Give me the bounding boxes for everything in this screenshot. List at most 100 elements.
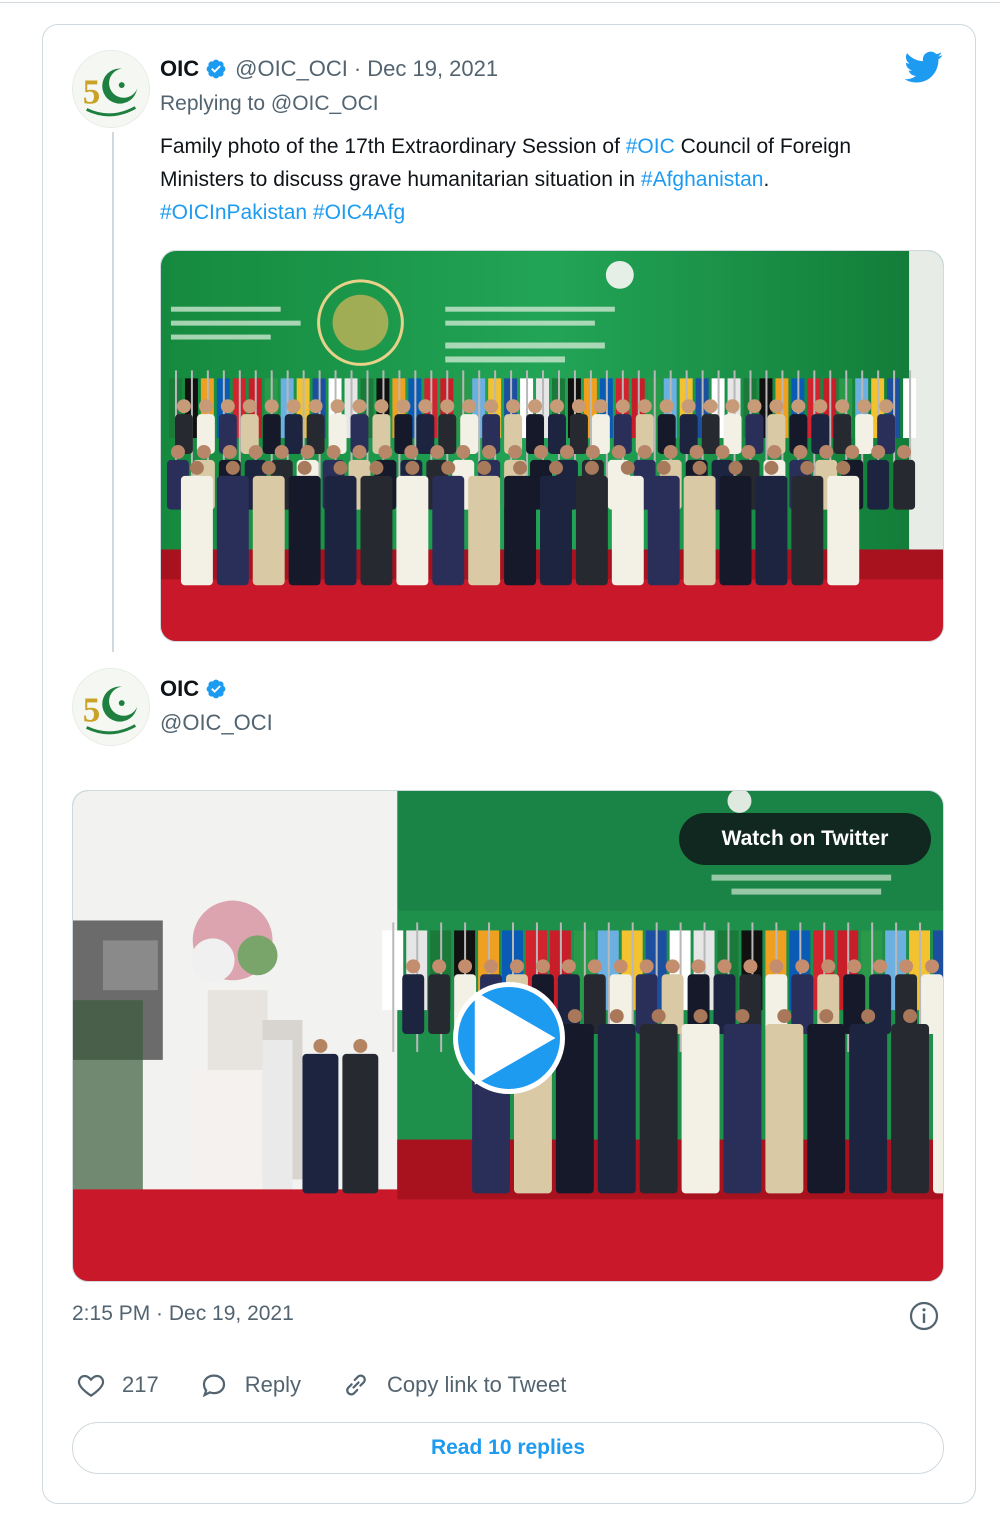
person-head — [613, 959, 628, 974]
person-head — [352, 445, 367, 459]
person-head — [793, 445, 808, 459]
person-head — [871, 445, 886, 459]
tweet-timestamp[interactable]: 2:15 PM · Dec 19, 2021 — [72, 1302, 294, 1326]
hashtag-oic4afg[interactable]: #OIC4Afg — [313, 201, 405, 224]
person-head — [326, 445, 341, 459]
text-part-3: . — [763, 168, 770, 191]
person-head — [663, 445, 678, 459]
person-head — [767, 445, 782, 459]
person-head — [819, 445, 834, 459]
family-photo-image[interactable] — [160, 250, 944, 642]
person-head — [747, 399, 762, 414]
person-head — [225, 460, 240, 475]
person-head — [353, 1038, 368, 1053]
svg-text:5: 5 — [83, 691, 101, 730]
reply-button[interactable]: Reply — [199, 1370, 301, 1400]
person-head — [692, 460, 707, 475]
twitter-bird-icon[interactable] — [903, 48, 945, 86]
replying-to-line: Replying to @OIC_OCI — [160, 92, 379, 116]
person-head — [769, 399, 784, 414]
person-head — [396, 399, 411, 414]
person-head — [665, 959, 680, 974]
person-head — [404, 445, 419, 459]
person-head — [769, 959, 784, 974]
person-body — [342, 1053, 379, 1194]
author-handle[interactable]: @OIC_OCI — [235, 56, 348, 82]
person-head — [198, 399, 213, 414]
person-head — [567, 1009, 582, 1024]
verified-badge-icon — [206, 59, 226, 79]
family-photo-illustration — [161, 251, 943, 641]
person-body — [891, 1024, 930, 1194]
person-head — [477, 460, 492, 475]
person-body — [180, 475, 213, 586]
person-head — [484, 959, 499, 974]
copy-link-label: Copy link to Tweet — [386, 1372, 567, 1397]
person-head — [482, 445, 497, 459]
tweet-actions: 217 Reply Copy link to Tweet — [76, 1370, 606, 1400]
person-head — [513, 460, 528, 475]
person-head — [440, 399, 455, 414]
reply-bubble-icon — [202, 1374, 225, 1398]
hashtag-oicinpakistan[interactable]: #OICInPakistan — [160, 201, 307, 224]
person-head — [703, 399, 718, 414]
person-body — [288, 475, 321, 586]
avatar-oic[interactable]: 5 — [72, 50, 150, 128]
person-body — [402, 974, 425, 1035]
person-head — [717, 959, 732, 974]
person-head — [430, 445, 445, 459]
person-head — [274, 445, 289, 459]
author-handle-2[interactable]: @OIC_OCI — [160, 710, 273, 736]
person-head — [248, 445, 263, 459]
watch-on-twitter-button[interactable]: Watch on Twitter — [679, 813, 931, 865]
person-head — [333, 460, 348, 475]
play-button[interactable] — [453, 982, 565, 1094]
text-part-1: Family photo of the 17th Extraordinary S… — [160, 135, 626, 158]
like-button[interactable]: 217 — [76, 1370, 159, 1400]
person-body — [302, 1053, 339, 1194]
person-body — [893, 459, 916, 510]
person-head — [432, 959, 447, 974]
person-head — [637, 399, 652, 414]
person-head — [559, 445, 574, 459]
tweet-date[interactable]: Dec 19, 2021 — [367, 56, 498, 82]
person-head — [458, 959, 473, 974]
tweet1-header: OIC @OIC_OCI · Dec 19, 2021 — [160, 56, 498, 82]
hashtag-oic[interactable]: #OIC — [626, 135, 675, 158]
person-head — [743, 959, 758, 974]
person-head — [441, 460, 456, 475]
replying-mention[interactable]: @OIC_OCI — [271, 92, 379, 115]
person-head — [506, 399, 521, 414]
person-body — [597, 1024, 636, 1194]
tweet-embed-card — [42, 24, 976, 1504]
copy-link-button[interactable]: Copy link to Tweet — [341, 1370, 566, 1400]
info-icon[interactable] — [908, 1300, 940, 1332]
person-head — [637, 445, 652, 459]
person-head — [300, 445, 315, 459]
person-head — [196, 445, 211, 459]
avatar-oic-2[interactable]: 5 — [72, 668, 150, 746]
person-body — [755, 475, 788, 586]
hashtag-afghanistan[interactable]: #Afghanistan — [641, 168, 764, 191]
person-head — [899, 959, 914, 974]
tweet2-header: OIC — [160, 676, 235, 702]
person-body — [933, 1024, 943, 1194]
person-head — [561, 959, 576, 974]
person-head — [715, 445, 730, 459]
person-head — [406, 959, 421, 974]
person-head — [777, 1009, 792, 1024]
person-head — [508, 445, 523, 459]
person-head — [534, 445, 549, 459]
person-body — [428, 974, 451, 1035]
read-replies-button[interactable]: Read 10 replies — [72, 1422, 944, 1474]
person-body — [468, 475, 501, 586]
person-body — [719, 475, 752, 586]
person-head — [308, 399, 323, 414]
author-name[interactable]: OIC — [160, 56, 199, 82]
person-head — [535, 959, 550, 974]
author-name[interactable]: OIC — [160, 676, 199, 702]
video-player[interactable]: Watch on Twitter — [72, 790, 944, 1282]
person-head — [220, 399, 235, 414]
person-head — [528, 399, 543, 414]
person-body — [647, 475, 680, 586]
